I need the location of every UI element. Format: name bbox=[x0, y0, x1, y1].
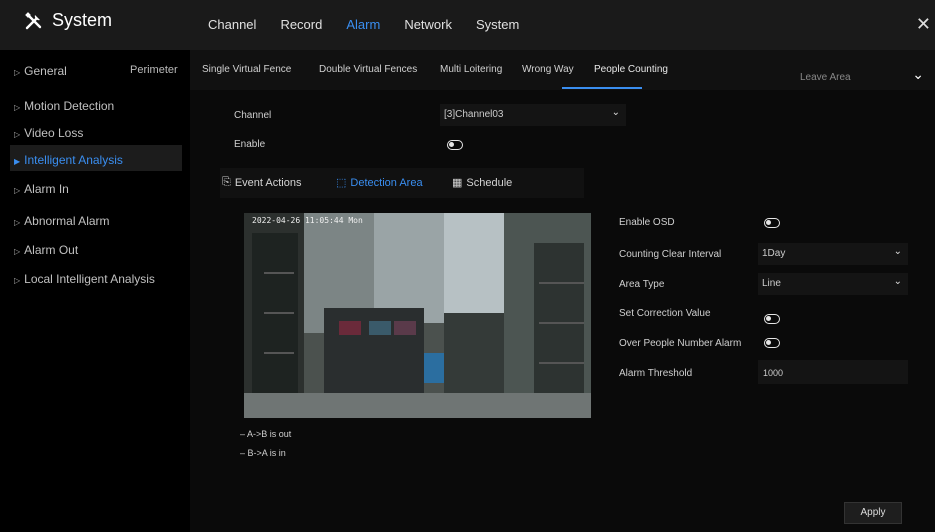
inner-tab-bar: ⎘ Event Actions ⬚ Detection Area ▦ Schedule bbox=[220, 168, 584, 198]
tab-single-virtual-fence[interactable]: Single Virtual Fence bbox=[202, 64, 291, 75]
sidebar-item-alarm-out[interactable]: ▷ Alarm Out bbox=[14, 243, 78, 257]
sidebar-sub-perimeter[interactable]: Perimeter bbox=[130, 64, 178, 76]
calendar-icon: ▦ bbox=[452, 177, 463, 189]
enable-toggle[interactable] bbox=[447, 140, 463, 150]
camera-feed-image bbox=[244, 213, 591, 418]
main-content: Single Virtual Fence Double Virtual Fenc… bbox=[190, 50, 935, 532]
set-correction-value-label: Set Correction Value bbox=[619, 308, 711, 319]
sub-tab-bar: Single Virtual Fence Double Virtual Fenc… bbox=[190, 50, 935, 90]
over-people-number-alarm-label: Over People Number Alarm bbox=[619, 338, 742, 349]
sidebar-item-general[interactable]: ▷ General bbox=[14, 64, 67, 78]
triangle-right-icon: ▶ bbox=[14, 157, 21, 166]
chevron-down-icon: ⌄ bbox=[893, 276, 902, 287]
chevron-down-icon: ⌄ bbox=[893, 246, 902, 257]
legend-a-to-b: – A->B is out bbox=[240, 429, 292, 439]
over-people-number-alarm-toggle[interactable] bbox=[764, 338, 780, 348]
sidebar-item-abnormal-alarm[interactable]: ▷ Abnormal Alarm bbox=[14, 214, 110, 228]
tab-people-counting[interactable]: People Counting bbox=[594, 64, 668, 75]
tab-wrong-way[interactable]: Wrong Way bbox=[522, 64, 574, 75]
dash-icon: – bbox=[240, 448, 248, 458]
close-icon[interactable]: ✕ bbox=[916, 14, 931, 35]
legend-b-to-a: – B->A is in bbox=[240, 448, 286, 458]
tab-double-virtual-fences[interactable]: Double Virtual Fences bbox=[319, 64, 417, 75]
triangle-right-icon: ▷ bbox=[14, 247, 21, 256]
set-correction-value-toggle[interactable] bbox=[764, 314, 780, 324]
sidebar-item-intelligent-analysis[interactable]: ▶ Intelligent Analysis bbox=[14, 153, 123, 167]
main-nav: Channel Record Alarm Network System bbox=[208, 17, 543, 32]
leave-area-label: Leave Area bbox=[800, 72, 851, 83]
sidebar-item-motion-detection[interactable]: ▷ Motion Detection bbox=[14, 99, 114, 113]
video-timestamp: 2022-04-26 11:05:44 Mon bbox=[252, 216, 363, 225]
triangle-right-icon: ▷ bbox=[14, 218, 21, 227]
nav-system[interactable]: System bbox=[476, 17, 519, 32]
tab-event-actions[interactable]: ⎘ Event Actions bbox=[222, 176, 301, 189]
detection-area-icon: ⬚ bbox=[336, 177, 347, 189]
triangle-right-icon: ▷ bbox=[14, 186, 21, 195]
area-type-select[interactable]: Line ⌄ bbox=[758, 273, 908, 295]
app-title: System bbox=[52, 10, 113, 30]
chevron-down-icon: ⌄ bbox=[611, 107, 620, 118]
triangle-right-icon: ▷ bbox=[14, 103, 21, 112]
counting-clear-interval-label: Counting Clear Interval bbox=[619, 249, 722, 260]
event-actions-icon: ⎘ bbox=[222, 176, 231, 188]
tab-detection-area[interactable]: ⬚ Detection Area bbox=[336, 176, 423, 190]
chevron-down-icon: ⌄ bbox=[912, 66, 924, 82]
dash-icon: – bbox=[240, 429, 248, 439]
nav-network[interactable]: Network bbox=[404, 17, 452, 32]
alarm-threshold-value: 1000 bbox=[763, 368, 784, 378]
alarm-threshold-input[interactable]: 1000 bbox=[758, 360, 908, 384]
sidebar-item-alarm-in[interactable]: ▷ Alarm In bbox=[14, 182, 69, 196]
enable-label: Enable bbox=[234, 139, 266, 150]
top-bar: System Channel Record Alarm Network Syst… bbox=[0, 0, 935, 50]
apply-button[interactable]: Apply bbox=[844, 502, 902, 524]
sidebar-item-local-intelligent-analysis[interactable]: ▷ Local Intelligent Analysis bbox=[14, 272, 155, 286]
nav-channel[interactable]: Channel bbox=[208, 17, 256, 32]
nav-record[interactable]: Record bbox=[280, 17, 322, 32]
active-tab-underline bbox=[562, 87, 642, 89]
area-type-value: Line bbox=[762, 278, 781, 289]
nav-alarm[interactable]: Alarm bbox=[346, 17, 380, 32]
tab-schedule[interactable]: ▦ Schedule bbox=[452, 176, 512, 190]
enable-osd-label: Enable OSD bbox=[619, 217, 675, 228]
triangle-right-icon: ▷ bbox=[14, 276, 21, 285]
counting-clear-interval-select[interactable]: 1Day ⌄ bbox=[758, 243, 908, 265]
leave-area-dropdown[interactable]: Leave Area ⌄ bbox=[788, 64, 928, 88]
sidebar-item-video-loss[interactable]: ▷ Video Loss bbox=[14, 126, 83, 140]
alarm-threshold-label: Alarm Threshold bbox=[619, 368, 693, 379]
channel-select[interactable]: [3]Channel03 ⌄ bbox=[440, 104, 626, 126]
tab-multi-loitering[interactable]: Multi Loitering bbox=[440, 64, 502, 75]
video-preview[interactable]: 2022-04-26 11:05:44 Mon bbox=[244, 213, 591, 418]
area-type-label: Area Type bbox=[619, 279, 665, 290]
channel-value: [3]Channel03 bbox=[444, 109, 504, 120]
triangle-right-icon: ▷ bbox=[14, 130, 21, 139]
tools-icon bbox=[25, 11, 42, 29]
sidebar: ▷ General Perimeter ▷ Motion Detection ▷ Vi… bbox=[0, 50, 190, 532]
enable-osd-toggle[interactable] bbox=[764, 218, 780, 228]
app-brand: System bbox=[24, 10, 112, 31]
counting-clear-interval-value: 1Day bbox=[762, 248, 786, 259]
channel-label: Channel bbox=[234, 110, 272, 121]
triangle-right-icon: ▷ bbox=[14, 68, 21, 77]
